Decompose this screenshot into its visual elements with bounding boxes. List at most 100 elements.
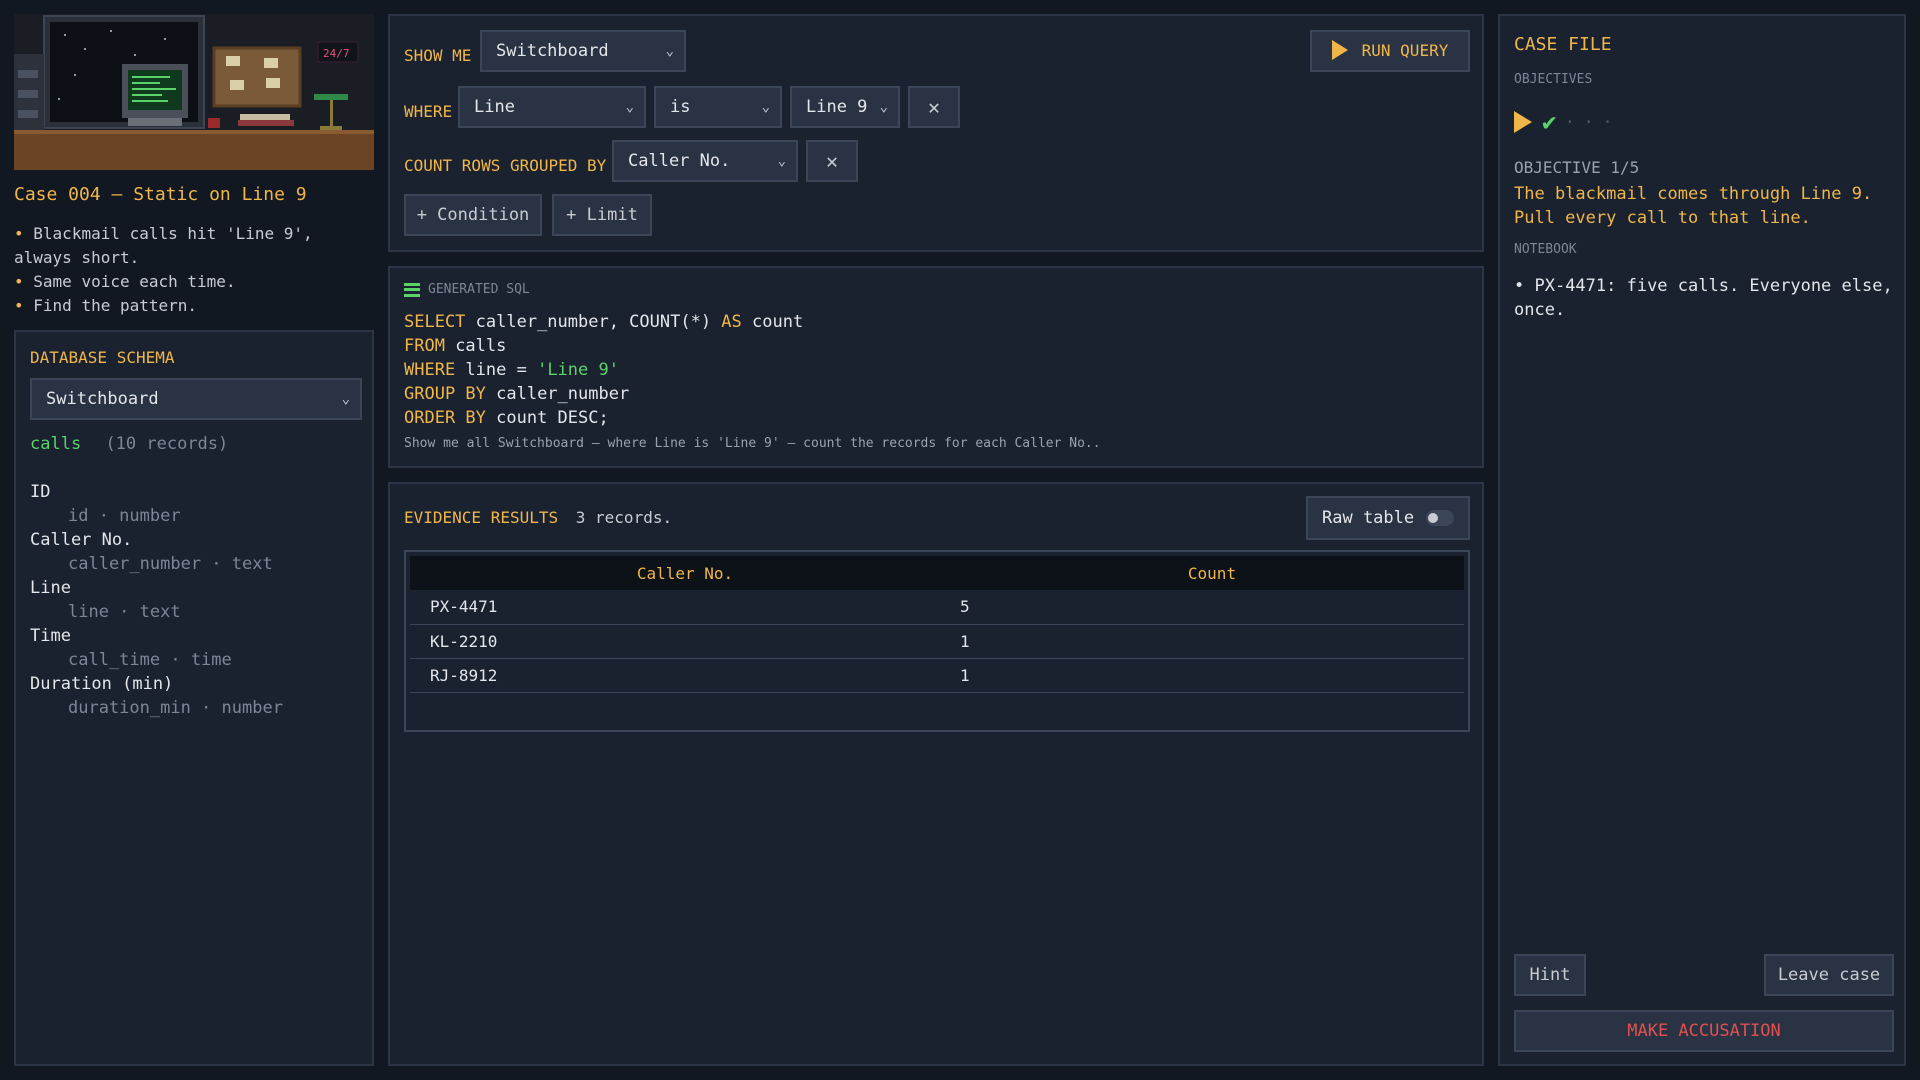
show-me-select[interactable]: Switchboard ⌄	[480, 30, 686, 72]
sql-keyword: AS	[721, 312, 742, 332]
office-scene-art: 24/7	[14, 14, 374, 170]
brief-item: • Find the pattern.	[14, 296, 198, 315]
field-column: duration_min · number	[68, 698, 283, 718]
chevron-down-icon: ⌄	[879, 99, 888, 115]
raw-table-toggle[interactable]: Raw table	[1306, 496, 1470, 540]
case-brief: • Blackmail calls hit 'Line 9', always s…	[14, 222, 374, 318]
pending-dots-icon: ···	[1564, 111, 1621, 133]
raw-table-label: Raw table	[1322, 508, 1415, 528]
where-operator-value: is	[670, 97, 691, 117]
field-column: caller_number · text	[68, 554, 273, 574]
make-accusation-button[interactable]: MAKE ACCUSATION	[1514, 1010, 1894, 1052]
sql-text: count	[741, 312, 804, 332]
chevron-down-icon: ⌄	[761, 99, 770, 115]
play-icon	[1331, 39, 1348, 60]
checkmark-icon: ✔	[1542, 108, 1557, 136]
chevron-down-icon: ⌄	[665, 43, 674, 59]
table-header-row: Caller No. Count	[410, 556, 1464, 590]
column-header[interactable]: Count	[960, 556, 1464, 590]
sql-text: calls	[444, 336, 507, 356]
schema-field: Duration (min) duration_min · number	[30, 672, 283, 720]
database-schema-panel: DATABASE SCHEMA Switchboard ⌄ calls (10 …	[14, 330, 374, 1066]
sql-text: count DESC;	[485, 408, 609, 428]
case-file-title: CASE FILE	[1514, 34, 1612, 55]
schema-field: Caller No. caller_number · text	[30, 528, 283, 576]
run-query-label: RUN QUERY	[1361, 41, 1449, 60]
column-header[interactable]: Caller No.	[410, 556, 960, 590]
schema-select-value: Switchboard	[46, 389, 159, 409]
table-row: RJ-8912 1	[410, 658, 1464, 693]
sql-keyword: ORDER BY	[404, 408, 486, 428]
results-heading: EVIDENCE RESULTS 3 records.	[404, 508, 672, 527]
table-cell: PX-4471	[410, 590, 960, 625]
where-field-select[interactable]: Line ⌄	[458, 86, 646, 128]
notebook-entry-text: PX-4471: five calls. Everyone else, once…	[1514, 276, 1893, 320]
field-column: call_time · time	[68, 650, 232, 670]
field-column: id · number	[68, 506, 181, 526]
field-column: line · text	[68, 602, 181, 622]
query-builder-panel: SHOW ME Switchboard ⌄ RUN QUERY WHERE Li…	[388, 14, 1484, 252]
show-me-value: Switchboard	[496, 41, 609, 61]
show-me-label: SHOW ME	[404, 46, 472, 65]
schema-table-name: calls	[30, 434, 82, 454]
results-table-container: Caller No. Count PX-4471 5 KL-2210 1 RJ-…	[404, 550, 1470, 732]
toggle-switch-icon	[1426, 510, 1454, 526]
office-scene-illustration: 24/7	[14, 14, 374, 170]
field-label: Time	[30, 626, 71, 646]
notebook-heading: NOTEBOOK	[1514, 242, 1577, 257]
field-label: ID	[30, 482, 51, 502]
case-title: Case 004 — Static on Line 9	[14, 184, 307, 205]
sql-keyword: SELECT	[404, 312, 466, 332]
remove-condition-button[interactable]: ✕	[908, 86, 960, 128]
sql-heading: GENERATED SQL	[404, 282, 530, 297]
where-operator-select[interactable]: is ⌄	[654, 86, 782, 128]
case-file-panel: CASE FILE OBJECTIVES ✔ ··· OBJECTIVE 1/5 …	[1498, 14, 1906, 1066]
remove-grouping-button[interactable]: ✕	[806, 140, 858, 182]
sql-keyword: GROUP BY	[404, 384, 486, 404]
brief-item-text: Find the pattern.	[33, 296, 198, 315]
where-value-select[interactable]: Line 9 ⌄	[790, 86, 900, 128]
run-query-button[interactable]: RUN QUERY	[1310, 30, 1470, 72]
close-icon: ✕	[927, 95, 941, 119]
where-value-value: Line 9	[806, 97, 868, 117]
table-row: PX-4471 5	[410, 590, 1464, 625]
group-by-select[interactable]: Caller No. ⌄	[612, 140, 798, 182]
chevron-down-icon: ⌄	[625, 99, 634, 115]
schema-field-list: ID id · number Caller No. caller_number · …	[30, 480, 283, 720]
table-cell: KL-2210	[410, 624, 960, 659]
brief-item: • Blackmail calls hit 'Line 9', always s…	[14, 224, 313, 267]
play-icon	[1514, 111, 1532, 133]
results-table: Caller No. Count PX-4471 5 KL-2210 1 RJ-…	[410, 556, 1464, 693]
chevron-down-icon: ⌄	[777, 153, 786, 169]
clock-readout: 24/7	[323, 47, 350, 60]
add-condition-button[interactable]: + Condition	[404, 194, 542, 236]
brief-item-text: Same voice each time.	[33, 272, 236, 291]
objective-number: OBJECTIVE 1/5	[1514, 158, 1640, 177]
chevron-down-icon: ⌄	[341, 391, 350, 407]
generated-sql-panel: GENERATED SQL SELECT caller_number, COUN…	[388, 266, 1484, 468]
sql-line: GROUP BY caller_number	[404, 382, 803, 406]
sql-code: SELECT caller_number, COUNT(*) AS count F…	[404, 310, 803, 430]
sql-keyword: FROM	[404, 336, 445, 356]
schema-field: ID id · number	[30, 480, 283, 528]
schema-heading: DATABASE SCHEMA	[30, 348, 175, 367]
sql-line: SELECT caller_number, COUNT(*) AS count	[404, 310, 803, 334]
results-title: EVIDENCE RESULTS	[404, 508, 559, 527]
hint-button[interactable]: Hint	[1514, 954, 1586, 996]
add-limit-button[interactable]: + Limit	[552, 194, 652, 236]
schema-field: Time call_time · time	[30, 624, 283, 672]
group-by-value: Caller No.	[628, 151, 731, 171]
sql-description: Show me all Switchboard — where Line is …	[404, 436, 1101, 451]
notebook-entry: • PX-4471: five calls. Everyone else, on…	[1514, 274, 1894, 322]
leave-case-button[interactable]: Leave case	[1764, 954, 1894, 996]
field-label: Caller No.	[30, 530, 133, 550]
close-icon: ✕	[825, 149, 839, 173]
schema-table-select[interactable]: Switchboard ⌄	[30, 378, 362, 420]
field-label: Line	[30, 578, 71, 598]
results-count: 3 records.	[575, 508, 673, 527]
bullet-icon: •	[1514, 276, 1535, 296]
field-label: Duration (min)	[30, 674, 174, 694]
objective-progress: ✔ ···	[1514, 108, 1621, 136]
brief-item: • Same voice each time.	[14, 272, 236, 291]
sql-list-icon	[404, 282, 420, 297]
